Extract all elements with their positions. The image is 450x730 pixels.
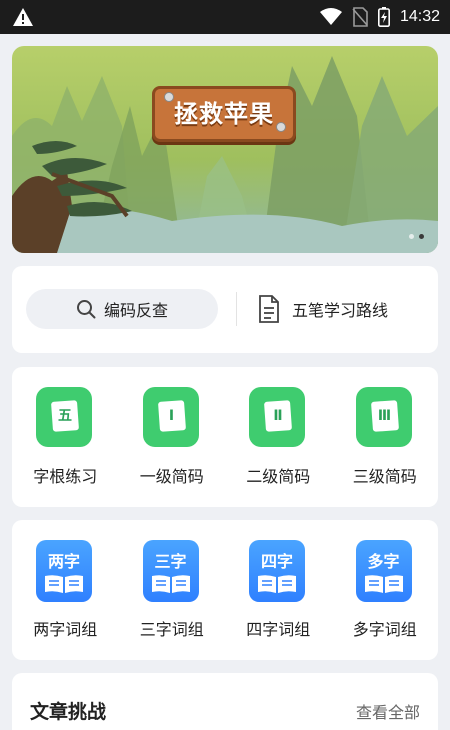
radical-practice-icon: 五 [36,387,92,447]
level-one-code-icon: Ⅰ [142,387,199,447]
no-sim-icon [352,7,368,27]
phrase-item-three[interactable]: 三字 三字词组 [119,520,226,660]
level-three-code-icon: Ⅲ [355,387,412,447]
two-char-book-icon: 两字 [36,540,92,602]
practice-card: 五 字根练习 Ⅰ 一级简码 Ⅱ 二级简码 Ⅲ 三级简码 [12,367,438,507]
reverse-lookup-button[interactable]: 编码反查 [26,289,218,329]
wifi-icon [319,8,342,25]
practice-item-radicals[interactable]: 五 字根练习 [12,367,119,507]
banner-carousel[interactable]: 拯救苹果 [12,46,438,253]
practice-item-label: 一级简码 [139,467,204,486]
practice-item-label: 字根练习 [33,467,98,486]
four-char-book-icon: 四字 [249,540,305,602]
book-icon [258,575,296,593]
phrase-item-label: 四字词组 [246,620,311,639]
reverse-lookup-label: 编码反查 [103,301,168,320]
section-title: 文章挑战 [30,701,107,723]
banner-sign: 拯救苹果 [152,86,296,142]
practice-item-level3[interactable]: Ⅲ 三级简码 [332,367,439,507]
banner-illustration [12,46,438,253]
practice-item-level2[interactable]: Ⅱ 二级简码 [225,367,332,507]
three-char-book-icon: 三字 [142,540,199,602]
document-icon [259,295,279,323]
carousel-dot [409,234,414,239]
phrase-item-label: 三字词组 [139,620,204,639]
phrases-card: 两字 两字词组 三字 三字词组 四字 四字词组 多字 多字词组 [12,520,438,660]
search-icon [76,300,96,319]
carousel-indicator [409,234,424,239]
practice-item-level1[interactable]: Ⅰ 一级简码 [119,367,226,507]
book-icon [151,575,190,593]
warning-icon [13,8,33,26]
clock: 14:32 [399,8,440,25]
articles-card: 文章挑战 查看全部 [12,673,438,730]
book-icon [364,575,403,593]
banner-title: 拯救苹果 [174,100,274,128]
practice-item-label: 二级简码 [246,467,311,486]
learning-route-button[interactable]: 五笔学习路线 [258,289,388,329]
book-icon [45,575,83,593]
practice-item-label: 三级简码 [352,467,417,486]
search-card: 编码反查 五笔学习路线 [12,266,438,353]
phrase-item-multi[interactable]: 多字 多字词组 [332,520,439,660]
view-all-link[interactable]: 查看全部 [356,699,420,723]
level-two-code-icon: Ⅱ [249,387,305,447]
divider [236,292,237,326]
phrase-item-label: 多字词组 [352,620,417,639]
phrase-item-label: 两字词组 [33,620,98,639]
status-bar: 14:32 [0,0,450,34]
phrase-item-two[interactable]: 两字 两字词组 [12,520,119,660]
phrase-item-four[interactable]: 四字 四字词组 [225,520,332,660]
multi-char-book-icon: 多字 [355,540,412,602]
battery-icon [377,7,390,27]
learning-route-label: 五笔学习路线 [292,301,389,320]
carousel-dot-active [419,234,424,239]
